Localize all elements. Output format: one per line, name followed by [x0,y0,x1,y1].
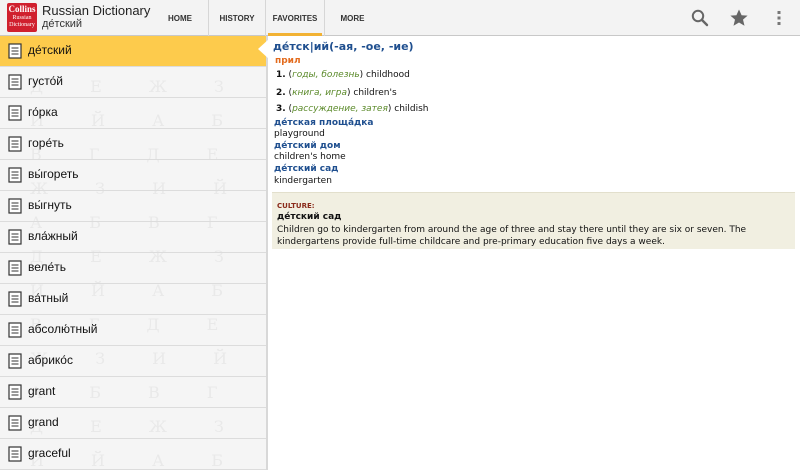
list-item-label: ва́тный [28,291,69,305]
list-item[interactable]: grant [0,377,266,408]
list-item-label: веле́ть [28,260,66,274]
list-item[interactable]: graceful [0,439,266,470]
list-item[interactable]: го́рка [0,98,266,129]
sense-number: 3. [276,104,286,114]
culture-word: де́тский сад [277,212,342,222]
sense-gloss: рассуждение, затея [292,104,388,114]
sense-translation: children's [353,88,397,98]
list-item-label: вы́гореть [28,167,79,181]
logo-product: Russian Dictionary [9,15,35,28]
collins-logo[interactable]: Collins Russian Dictionary [7,3,37,32]
phrase[interactable]: де́тская площа́дка [274,118,373,128]
entry-pane[interactable]: де́тск|ий(-ая, -ое, -ие) прил 1. (годы, … [268,36,800,470]
sense-gloss: годы, болезнь [292,70,360,80]
list-item-label: grant [28,384,56,398]
tab-favorites[interactable]: FAVORITES [265,0,324,36]
list-item-label: горе́ть [28,136,64,150]
overflow-menu-icon[interactable] [769,8,789,28]
list-item[interactable]: абсолю́тный [0,315,266,346]
phrase-translation: playground [274,129,325,139]
culture-note: CULTURE: де́тский сад Children go to kin… [272,192,795,249]
favorites-list[interactable]: де́тский густо́й го́рка горе́ть вы́горет… [0,36,266,470]
sense-number: 2. [276,88,286,98]
phrase[interactable]: де́тский сад [274,164,338,174]
list-item-label: густо́й [28,74,63,88]
search-icon[interactable] [690,8,710,28]
phrase[interactable]: де́тский дом [274,141,341,151]
list-item-label: вла́жный [28,229,78,243]
entry-headword: де́тск|ий(-ая, -ое, -ие) [273,40,414,53]
list-item-label: grand [28,415,59,429]
culture-tag-label: CULTURE [277,202,312,210]
phrase-translation: children's home [274,152,346,162]
list-item[interactable]: абрико́с [0,346,266,377]
list-item-label: го́рка [28,105,58,119]
app-subtitle: де́тский [42,18,83,30]
sense-translation: childish [394,104,429,114]
app-title: Russian Dictionary [42,3,151,18]
part-of-speech: прил [275,56,301,66]
sense-translation: childhood [366,70,410,80]
document-icon [8,260,22,276]
list-item-label: абрико́с [28,353,73,367]
document-icon [8,384,22,400]
sense-item: 3. (рассуждение, затея) childish [276,104,429,114]
document-icon [8,74,22,90]
star-icon[interactable] [729,8,749,28]
document-icon [8,446,22,462]
list-item[interactable]: горе́ть [0,129,266,160]
list-item[interactable]: ва́тный [0,284,266,315]
culture-tag: CULTURE: [277,202,315,210]
tab-more[interactable]: MORE [324,0,380,36]
list-item[interactable]: grand [0,408,266,439]
document-icon [8,136,22,152]
document-icon [8,43,22,59]
list-item[interactable]: вла́жный [0,222,266,253]
sense-number: 1. [276,70,286,80]
action-bar: Collins Russian Dictionary Russian Dicti… [0,0,800,36]
list-item[interactable]: вы́гнуть [0,191,266,222]
document-icon [8,167,22,183]
sense-item: 1. (годы, болезнь) childhood [276,70,410,80]
culture-text: Children go to kindergarten from around … [277,225,747,247]
sense-item: 2. (книга, игра) children's [276,88,397,98]
document-icon [8,353,22,369]
document-icon [8,105,22,121]
list-item[interactable]: де́тский [0,36,266,67]
logo-brand: Collins [8,4,36,14]
list-item-label: де́тский [28,43,72,57]
document-icon [8,415,22,431]
sense-gloss: книга, игра [292,88,348,98]
list-item-label: graceful [28,446,71,460]
document-icon [8,229,22,245]
document-icon [8,322,22,338]
list-item[interactable]: веле́ть [0,253,266,284]
tab-history[interactable]: HISTORY [208,0,265,36]
list-item-label: вы́гнуть [28,198,72,212]
tab-home[interactable]: HOME [152,0,208,36]
list-item-label: абсолю́тный [28,322,98,336]
list-item[interactable]: вы́гореть [0,160,266,191]
document-icon [8,198,22,214]
phrase-translation: kindergarten [274,176,332,186]
tab-bar: HOME HISTORY FAVORITES MORE [152,0,380,36]
list-item[interactable]: густо́й [0,67,266,98]
document-icon [8,291,22,307]
